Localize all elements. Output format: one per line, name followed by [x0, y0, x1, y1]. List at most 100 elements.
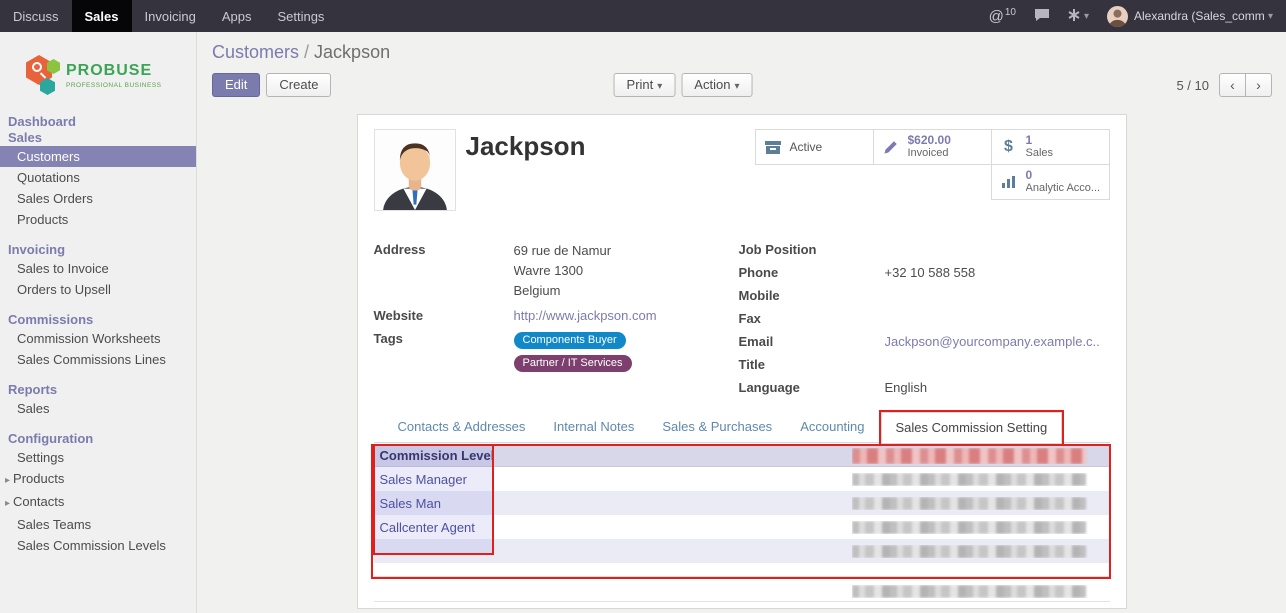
user-avatar	[1107, 6, 1128, 27]
breadcrumb-customers-link[interactable]: Customers	[212, 42, 299, 62]
table-row-callcenter-agent[interactable]: Callcenter Agent	[374, 515, 1110, 539]
sidebar-item-sales-teams[interactable]: Sales Teams	[0, 514, 196, 535]
email-link[interactable]: Jackpson@yourcompany.example.c..	[885, 333, 1100, 350]
pager-next-button[interactable]: ›	[1245, 73, 1272, 97]
create-button[interactable]: Create	[266, 73, 331, 97]
language-label: Language	[739, 379, 885, 396]
sidebar-item-settings[interactable]: Settings	[0, 447, 196, 468]
invoiced-stat-button[interactable]: $620.00 Invoiced	[873, 129, 992, 165]
archive-icon	[761, 140, 785, 155]
messages-button[interactable]	[1025, 0, 1059, 32]
sidebar-item-config-contacts[interactable]: ▸Contacts	[0, 491, 196, 514]
expand-arrow-icon[interactable]: ▸	[5, 498, 10, 509]
menu-invoicing[interactable]: Invoicing	[132, 0, 209, 32]
expand-arrow-icon[interactable]: ▸	[5, 475, 10, 486]
table-row-sales-manager[interactable]: Sales Manager	[374, 467, 1110, 491]
table-footer-row	[374, 582, 1110, 602]
address-value: 69 rue de Namur Wavre 1300 Belgium	[514, 241, 612, 301]
at-icon: @	[989, 8, 1004, 25]
menu-apps[interactable]: Apps	[209, 0, 265, 32]
menu-settings[interactable]: Settings	[264, 0, 337, 32]
sidebar-item-quotations[interactable]: Quotations	[0, 167, 196, 188]
notebook-tabs: Contacts & Addresses Internal Notes Sale…	[374, 410, 1110, 443]
sidebar-item-sales-orders[interactable]: Sales Orders	[0, 188, 196, 209]
table-row-sales-man[interactable]: Sales Man	[374, 491, 1110, 515]
record-name: Jackpson	[466, 131, 586, 211]
user-menu[interactable]: Alexandra (Sales_comm.. ▾	[1098, 0, 1282, 32]
logo-subtitle: PROFESSIONAL BUSINESS	[66, 82, 162, 89]
job-position-label: Job Position	[739, 241, 885, 258]
sidebar-item-label: Contacts	[13, 494, 64, 509]
main-content: Customers/Jackpson Edit Create Print▾ Ac…	[197, 32, 1286, 613]
sidebar-section-commissions[interactable]: Commissions	[0, 312, 196, 328]
tab-accounting[interactable]: Accounting	[786, 412, 878, 442]
active-label: Active	[790, 140, 823, 154]
print-dropdown-button[interactable]: Print▾	[614, 73, 676, 97]
sidebar-item-commission-worksheets[interactable]: Commission Worksheets	[0, 328, 196, 349]
address-label: Address	[374, 241, 514, 258]
website-link[interactable]: http://www.jackpson.com	[514, 307, 657, 324]
active-stat-button[interactable]: Active	[755, 129, 874, 165]
caret-down-icon: ▾	[734, 81, 739, 92]
dollar-icon: $	[997, 138, 1021, 156]
action-dropdown-button[interactable]: Action▾	[681, 73, 752, 97]
sidebar-item-config-products[interactable]: ▸Products	[0, 468, 196, 491]
sidebar-item-label: Products	[13, 471, 64, 486]
menu-sales[interactable]: Sales	[72, 0, 132, 32]
tab-internal-notes[interactable]: Internal Notes	[539, 412, 648, 442]
edit-button[interactable]: Edit	[212, 73, 260, 97]
sidebar-section-sales[interactable]: Sales	[0, 130, 196, 146]
user-name: Alexandra (Sales_comm..	[1134, 9, 1264, 23]
email-label: Email	[739, 333, 885, 350]
sidebar-item-sales-commission-levels[interactable]: Sales Commission Levels	[0, 535, 196, 556]
analytic-accounts-stat-button[interactable]: 0 Analytic Acco...	[991, 164, 1110, 200]
pager-counter: 5 / 10	[1176, 78, 1209, 93]
sidebar-section-reports[interactable]: Reports	[0, 382, 196, 398]
activities-menu-button[interactable]: ▾	[1059, 0, 1098, 32]
mentions-button[interactable]: @ 10	[980, 0, 1025, 32]
breadcrumb-current: Jackpson	[314, 42, 390, 62]
tags-label: Tags	[374, 330, 514, 347]
pager-previous-button[interactable]: ‹	[1219, 73, 1246, 97]
chat-bubble-icon	[1034, 8, 1050, 25]
graph-icon	[997, 175, 1021, 189]
table-row-empty[interactable]	[374, 539, 1110, 563]
redacted-cell	[852, 497, 1086, 510]
sidebar-section-configuration[interactable]: Configuration	[0, 431, 196, 447]
breadcrumb-separator: /	[304, 42, 309, 62]
tab-contacts-addresses[interactable]: Contacts & Addresses	[384, 412, 540, 442]
invoiced-value: $620.00	[908, 134, 951, 147]
pencil-icon	[879, 140, 903, 155]
sales-stat-button[interactable]: $ 1 Sales	[991, 129, 1110, 165]
mobile-label: Mobile	[739, 287, 885, 304]
tags-value: Components Buyer Partner / IT Services	[514, 330, 632, 376]
tab-sales-purchases[interactable]: Sales & Purchases	[648, 412, 786, 442]
sidebar: PROBUSE PROFESSIONAL BUSINESS Dashboard …	[0, 32, 197, 613]
caret-down-icon: ▾	[1084, 11, 1089, 22]
logo-text: PROBUSE PROFESSIONAL BUSINESS	[66, 62, 162, 89]
column-header-commission-level[interactable]: Commission Level	[374, 448, 852, 463]
title-label: Title	[739, 356, 885, 373]
analytic-count-value: 0	[1026, 169, 1101, 182]
breadcrumb: Customers/Jackpson	[212, 42, 1272, 63]
main-menu: Discuss Sales Invoicing Apps Settings	[0, 0, 337, 32]
mention-count: 10	[1005, 7, 1016, 18]
sidebar-item-customers[interactable]: Customers	[0, 146, 196, 167]
menu-discuss[interactable]: Discuss	[0, 0, 72, 32]
language-value: English	[885, 379, 928, 396]
sidebar-item-sales-to-invoice[interactable]: Sales to Invoice	[0, 258, 196, 279]
sidebar-item-orders-to-upsell[interactable]: Orders to Upsell	[0, 279, 196, 300]
analytic-count-label: Analytic Acco...	[1026, 182, 1101, 195]
tab-sales-commission-setting[interactable]: Sales Commission Setting	[881, 412, 1063, 444]
sidebar-item-reports-sales[interactable]: Sales	[0, 398, 196, 419]
sidebar-section-invoicing[interactable]: Invoicing	[0, 242, 196, 258]
commission-level-cell: Sales Manager	[374, 472, 852, 487]
sidebar-item-sales-commissions-lines[interactable]: Sales Commissions Lines	[0, 349, 196, 370]
sidebar-item-products[interactable]: Products	[0, 209, 196, 230]
sidebar-section-dashboard[interactable]: Dashboard	[0, 114, 196, 130]
asterisk-icon	[1068, 9, 1080, 24]
commission-level-cell: Callcenter Agent	[374, 520, 852, 535]
logo-title: PROBUSE	[66, 62, 162, 80]
tag-badge: Partner / IT Services	[514, 355, 632, 372]
commission-level-cell: Sales Man	[374, 496, 852, 511]
